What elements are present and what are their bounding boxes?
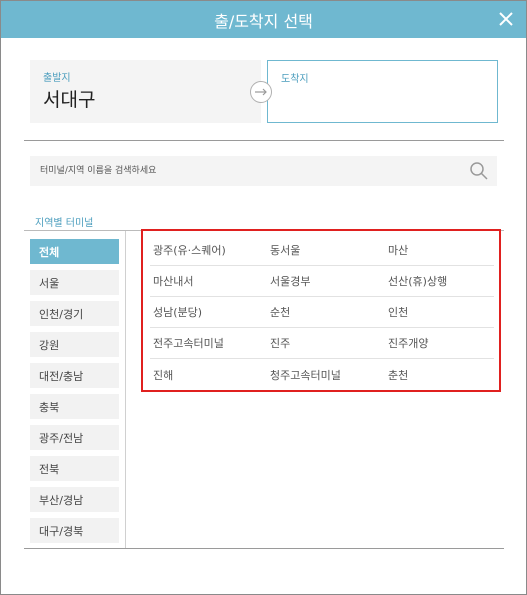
terminal-item[interactable]: 성남(분당) — [150, 297, 267, 328]
search-button[interactable] — [469, 161, 489, 181]
terminal-item[interactable]: 선산(휴)상행 — [385, 266, 494, 297]
terminal-item[interactable]: 진주개양 — [385, 328, 494, 359]
search-icon — [470, 162, 488, 180]
region-item-incheon-gyeonggi[interactable]: 인천/경기 — [30, 301, 119, 326]
terminal-item[interactable]: 전주고속터미널 — [150, 328, 267, 359]
terminal-item[interactable]: 서울경부 — [267, 266, 385, 297]
swap-arrow-icon — [255, 88, 267, 96]
close-icon — [499, 12, 513, 26]
departure-value: 서대구 — [43, 89, 96, 111]
terminal-item[interactable]: 진해 — [150, 359, 267, 390]
region-item-all[interactable]: 전체 — [30, 239, 119, 264]
region-item-gangwon[interactable]: 강원 — [30, 332, 119, 357]
search-input[interactable] — [40, 162, 460, 180]
terminal-list-panel: 광주(유·스퀘어) 동서울 마산 마산내서 서울경부 선산(휴)상행 성남(분당… — [141, 229, 501, 392]
region-item-daejeon-chungnam[interactable]: 대전/충남 — [30, 363, 119, 388]
arrival-field[interactable]: 도착지 — [267, 60, 498, 123]
dialog-titlebar: 출/도착지 선택 — [1, 1, 526, 38]
section-label: 지역별 터미널 — [35, 218, 94, 229]
region-item-jeonbuk[interactable]: 전북 — [30, 456, 119, 481]
divider — [24, 548, 504, 549]
terminal-item[interactable]: 청주고속터미널 — [267, 359, 385, 390]
region-item-gwangju-jeonnam[interactable]: 광주/전남 — [30, 425, 119, 450]
terminal-item[interactable]: 동서울 — [267, 235, 385, 266]
swap-button[interactable] — [250, 81, 272, 103]
terminal-item[interactable]: 순천 — [267, 297, 385, 328]
arrival-label: 도착지 — [281, 74, 309, 85]
terminal-item[interactable]: 춘천 — [385, 359, 494, 390]
column-divider — [125, 231, 126, 548]
search-box — [30, 156, 497, 186]
divider — [24, 140, 504, 141]
region-item-seoul[interactable]: 서울 — [30, 270, 119, 295]
dialog-title: 출/도착지 선택 — [214, 11, 313, 31]
terminal-item[interactable]: 인천 — [385, 297, 494, 328]
region-item-busan-gyeongnam[interactable]: 부산/경남 — [30, 487, 119, 512]
terminal-select-dialog: 출/도착지 선택 출발지 서대구 도착지 지역별 터미널 — [0, 0, 527, 595]
terminal-item[interactable]: 광주(유·스퀘어) — [150, 235, 267, 266]
region-list: 전체 서울 인천/경기 강원 대전/충남 충북 광주/전남 전북 부산/경남 대… — [30, 239, 119, 549]
terminal-item[interactable]: 마산내서 — [150, 266, 267, 297]
region-item-chungbuk[interactable]: 충북 — [30, 394, 119, 419]
departure-label: 출발지 — [43, 73, 71, 84]
terminal-item[interactable]: 진주 — [267, 328, 385, 359]
departure-field[interactable]: 출발지 서대구 — [30, 60, 261, 123]
region-item-daegu-gyeongbuk[interactable]: 대구/경북 — [30, 518, 119, 543]
terminal-grid: 광주(유·스퀘어) 동서울 마산 마산내서 서울경부 선산(휴)상행 성남(분당… — [150, 235, 494, 390]
terminal-item[interactable]: 마산 — [385, 235, 494, 266]
close-button[interactable] — [495, 8, 517, 30]
